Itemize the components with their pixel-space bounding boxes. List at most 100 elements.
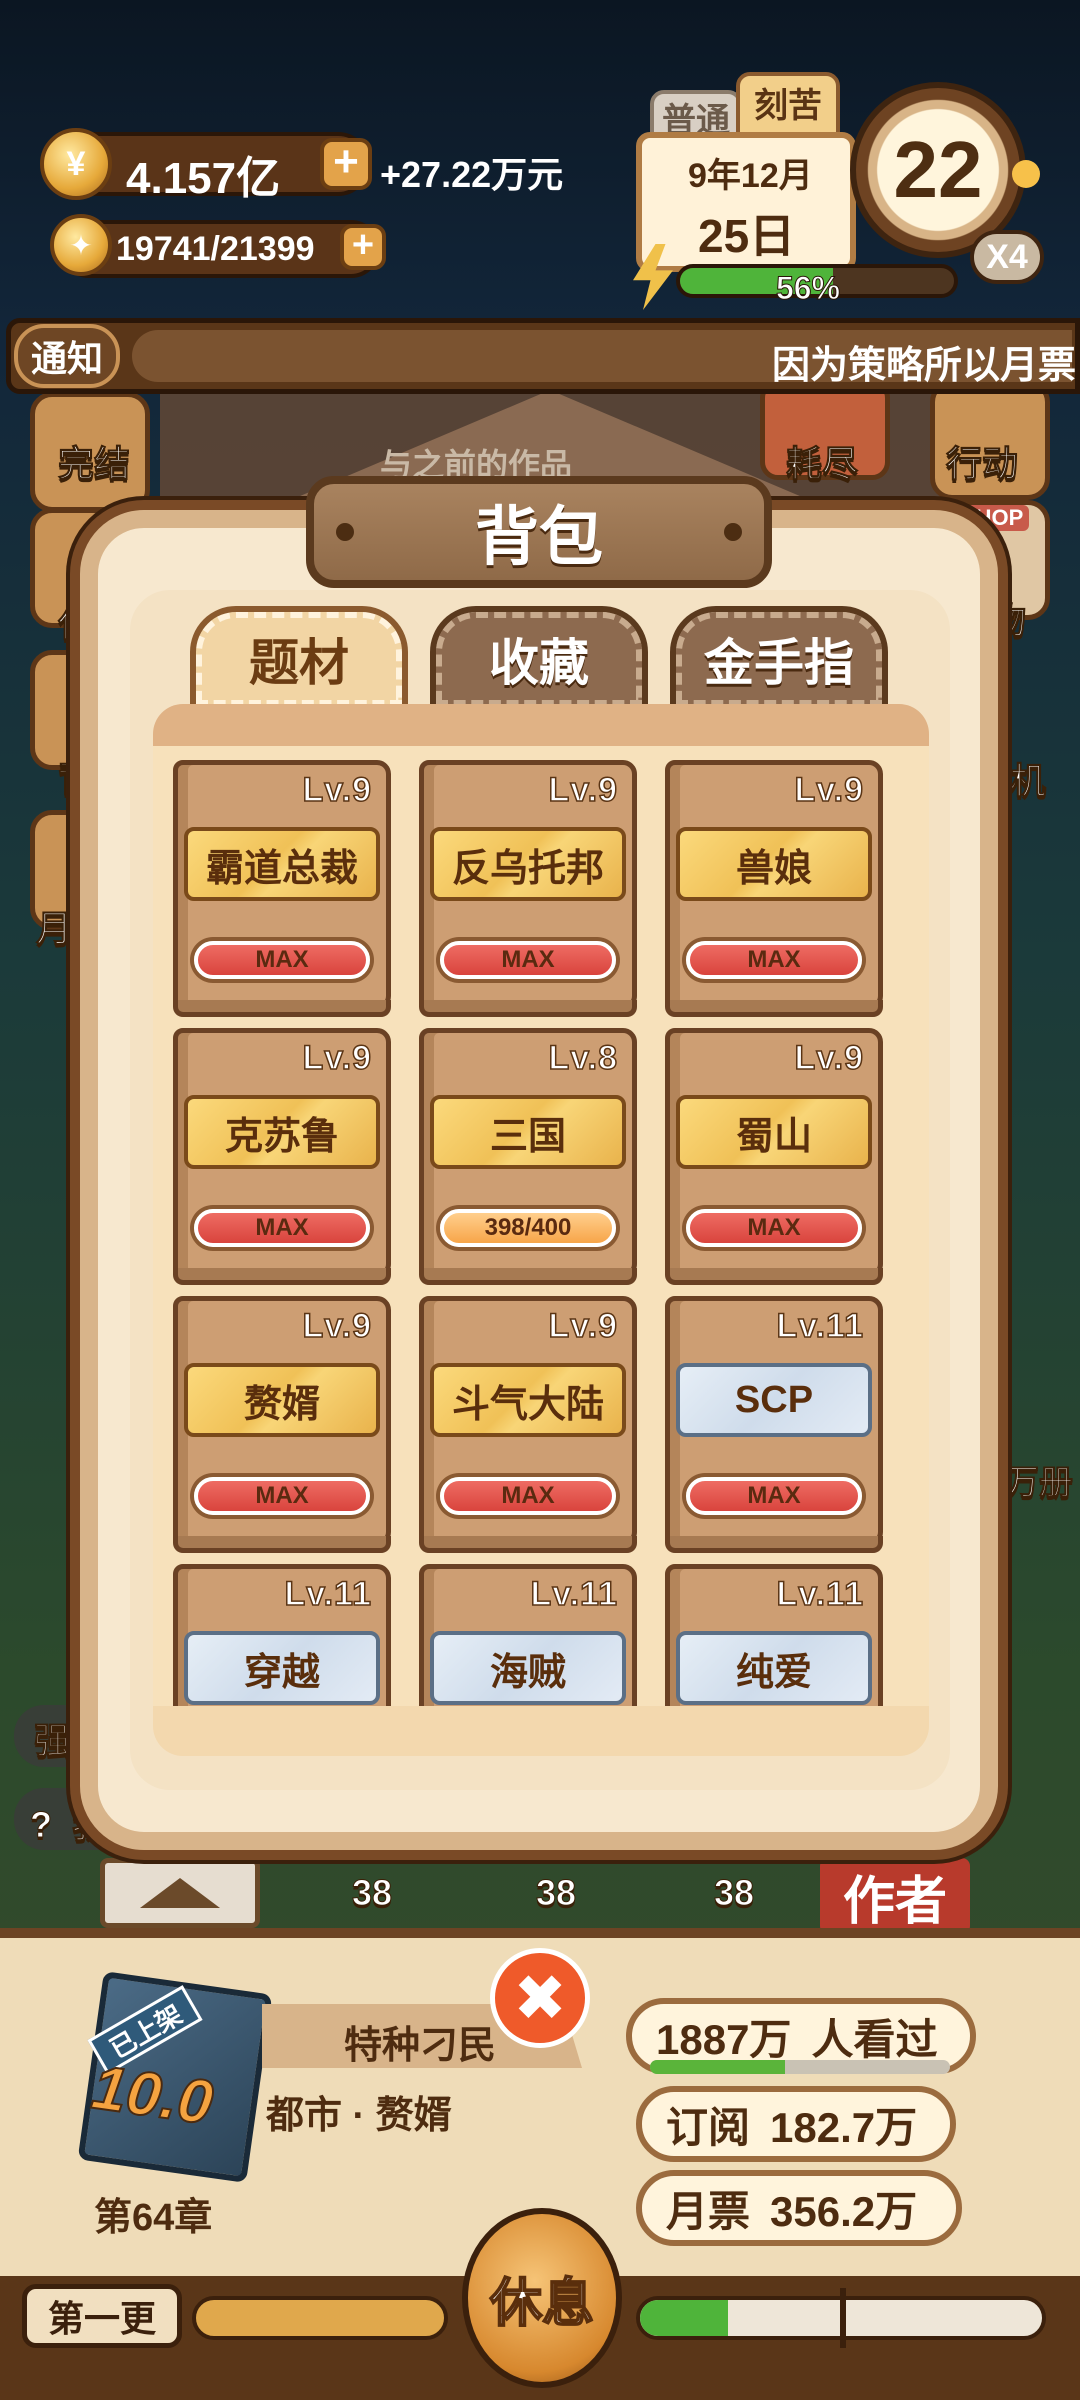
tab-collection[interactable]: 收藏 <box>430 606 648 712</box>
book-title: 特种刁民 <box>344 2025 497 2067</box>
topic-card[interactable]: Lv.9 霸道总裁 MAX <box>173 760 391 1017</box>
coin-icon: ¥ <box>40 128 112 200</box>
card-topic-name: 斗气大陆 <box>430 1363 626 1437</box>
topic-card[interactable]: Lv.11 SCP MAX <box>665 1296 883 1553</box>
topic-card[interactable]: Lv.9 兽娘 MAX <box>665 760 883 1017</box>
topic-card[interactable]: Lv.9 赘婿 MAX <box>173 1296 391 1553</box>
card-topic-name: 赘婿 <box>184 1363 380 1437</box>
sun-icon <box>1012 160 1040 188</box>
views-bar-fill <box>650 2060 785 2074</box>
topic-card[interactable]: Lv.9 斗气大陆 MAX <box>419 1296 637 1553</box>
write-progress-marker <box>840 2288 846 2348</box>
speed-button[interactable]: X4 <box>970 230 1044 284</box>
topic-card[interactable]: Lv.8 三国 398/400 <box>419 1028 637 1285</box>
card-level: Lv.9 <box>548 770 618 810</box>
card-level: Lv.9 <box>794 770 864 810</box>
lightbulb-icon: ✦ <box>50 214 112 276</box>
card-topic-name: 兽娘 <box>676 827 872 901</box>
subs-pill: 订阅 182.7万 <box>636 2086 956 2162</box>
mode-hard-tab[interactable]: 刻苦 <box>736 72 840 136</box>
tab-golden-finger[interactable]: 金手指 <box>670 606 888 712</box>
card-topic-name: 三国 <box>430 1095 626 1169</box>
row-count-3: 38 <box>713 1872 755 1914</box>
card-level: Lv.11 <box>530 1574 618 1614</box>
views-value: 1887万 <box>656 2015 792 2063</box>
card-progress-bar: MAX <box>194 1477 370 1515</box>
add-energy-button[interactable]: + <box>340 224 386 270</box>
card-progress-bar: MAX <box>686 941 862 979</box>
chapter-label: 第64章 <box>94 2197 213 2239</box>
card-topic-name: 霸道总裁 <box>184 827 380 901</box>
subs-value: 182.7万 <box>770 2103 918 2151</box>
notice-label: 通知 <box>14 324 120 388</box>
card-level: Lv.11 <box>776 1574 864 1614</box>
add-money-button[interactable]: + <box>320 138 372 190</box>
side-label-complete: 完结 <box>57 443 131 485</box>
side-label-month: 月 <box>35 908 73 950</box>
card-topic-name: 纯爱 <box>676 1631 872 1705</box>
left-side-text-1: 强 <box>33 1720 71 1762</box>
income-value: +27.22万元 <box>380 154 564 195</box>
close-button[interactable]: ✖ <box>490 1948 590 2048</box>
date-day: 25日 <box>698 210 796 262</box>
scroll-up-button[interactable] <box>100 1858 260 1928</box>
tickets-label: 月票 <box>666 2187 751 2235</box>
topic-card[interactable]: Lv.9 反乌托邦 MAX <box>419 760 637 1017</box>
card-progress-bar: MAX <box>686 1477 862 1515</box>
card-progress-bar: 398/400 <box>440 1209 616 1247</box>
side-label-machine: 机 <box>1009 760 1047 802</box>
grid-footer <box>153 1706 929 1756</box>
grid-header <box>153 704 929 748</box>
topic-card[interactable]: Lv.11 穿越 <box>173 1564 391 1706</box>
tickets-pill: 月票 356.2万 <box>636 2170 962 2246</box>
topic-card[interactable]: Lv.11 纯爱 <box>665 1564 883 1706</box>
notice-text: 因为策略所以月票 <box>772 345 1077 387</box>
update-button[interactable]: 第一更 <box>22 2284 182 2348</box>
close-icon: ✖ <box>513 1961 567 2034</box>
card-level: Lv.9 <box>302 770 372 810</box>
card-level: Lv.11 <box>776 1306 864 1346</box>
card-level: Lv.9 <box>302 1306 372 1346</box>
card-topic-name: 反乌托邦 <box>430 827 626 901</box>
rest-button[interactable]: 休息 <box>462 2208 622 2388</box>
author-badge[interactable]: 作者 <box>820 1858 970 1934</box>
subs-label: 订阅 <box>666 2103 751 2151</box>
write-progress-fill <box>640 2300 729 2336</box>
row-count-2: 38 <box>535 1872 577 1914</box>
views-bar <box>650 2060 950 2074</box>
card-level: Lv.11 <box>284 1574 372 1614</box>
side-label-action: 行动 <box>945 443 1019 485</box>
topic-card[interactable]: Lv.11 海贼 <box>419 1564 637 1706</box>
topic-card[interactable]: Lv.9 克苏鲁 MAX <box>173 1028 391 1285</box>
rest-label: 休息 <box>489 2274 595 2334</box>
bag-title: 背包 <box>475 501 603 573</box>
center-label-deplete: 耗尽 <box>785 443 859 485</box>
row-count-1: 38 <box>351 1872 393 1914</box>
card-level: Lv.9 <box>302 1038 372 1078</box>
item-grid[interactable]: Lv.9 霸道总裁 MAX Lv.9 反乌托邦 MAX Lv.9 兽娘 MAX Lv.9 克苏鲁 MA… <box>153 746 929 1706</box>
views-label: 人看过 <box>811 2015 938 2063</box>
rivet-right <box>724 523 742 541</box>
card-topic-name: 克苏鲁 <box>184 1095 380 1169</box>
card-progress-bar: MAX <box>440 1477 616 1515</box>
card-progress-bar: MAX <box>686 1209 862 1247</box>
money-value: 4.157亿 <box>126 154 281 203</box>
rivet-left <box>336 523 354 541</box>
topic-card[interactable]: Lv.9 蜀山 MAX <box>665 1028 883 1285</box>
right-side-text: 万册 <box>1005 1464 1074 1503</box>
card-topic-name: SCP <box>676 1363 872 1437</box>
card-level: Lv.8 <box>548 1038 618 1078</box>
date-year-month: 9年12月 <box>688 157 813 195</box>
card-topic-name: 蜀山 <box>676 1095 872 1169</box>
energy-value: 19741/21399 <box>116 230 315 268</box>
card-progress-bar: MAX <box>194 1209 370 1247</box>
card-progress-bar: MAX <box>440 941 616 979</box>
tickets-value: 356.2万 <box>770 2187 918 2235</box>
triangle-up-icon <box>140 1878 220 1908</box>
tab-topic[interactable]: 题材 <box>190 606 408 712</box>
progress-label: 56% <box>775 270 841 307</box>
card-level: Lv.9 <box>548 1306 618 1346</box>
card-topic-name: 穿越 <box>184 1631 380 1705</box>
card-level: Lv.9 <box>794 1038 864 1078</box>
bag-title-plate: 背包 <box>306 476 772 588</box>
